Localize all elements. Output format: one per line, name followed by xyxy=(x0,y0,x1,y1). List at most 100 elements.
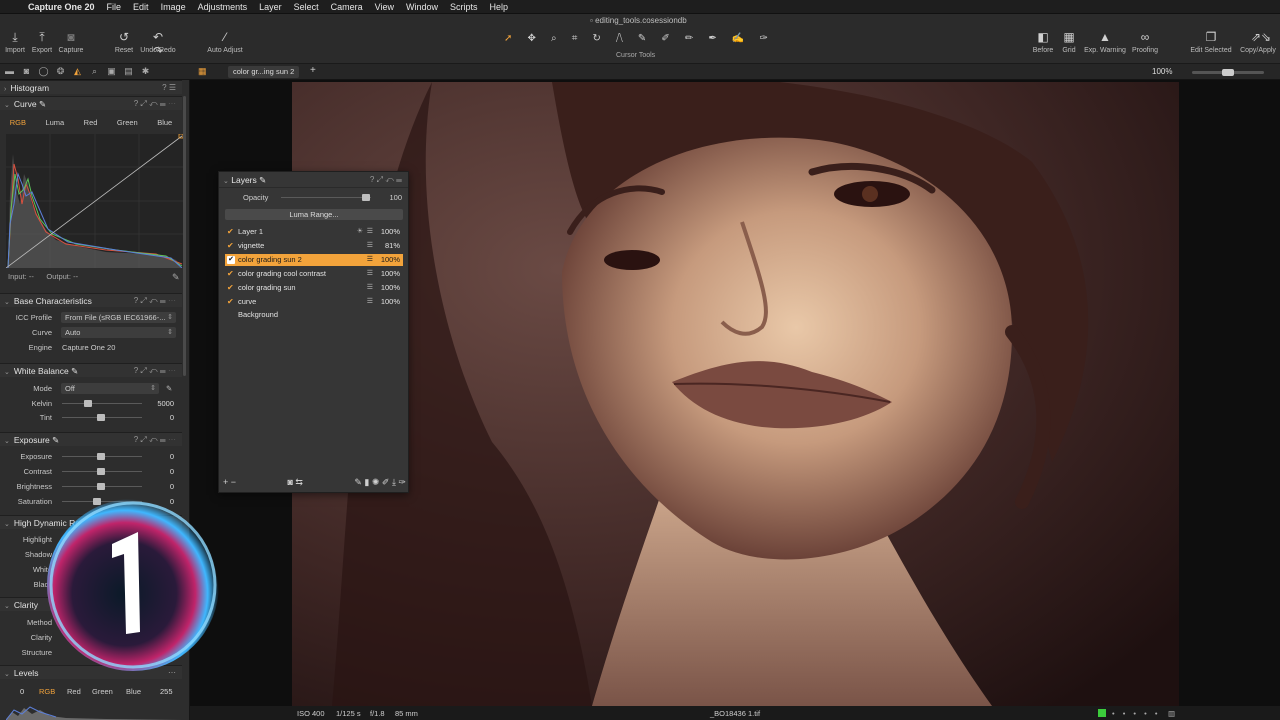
annotate-tool-icon[interactable]: ✑ xyxy=(759,33,767,44)
tint-value[interactable]: 0 xyxy=(170,411,174,424)
capture-button[interactable]: ◙ Capture xyxy=(57,30,85,54)
kelvin-slider[interactable] xyxy=(62,400,142,407)
tint-slider[interactable] xyxy=(62,414,142,421)
layer-item[interactable]: ✔ color grading cool contrast ☰ 100% xyxy=(225,268,403,280)
checkmark-icon[interactable]: ✔ xyxy=(227,256,235,264)
levels-tab-blue[interactable]: Blue xyxy=(126,687,141,696)
add-layer-icon[interactable]: + − xyxy=(223,477,236,489)
curve-picker-icon[interactable]: ✎ xyxy=(172,272,180,283)
proofing-button[interactable]: ∞ Proofing xyxy=(1128,30,1162,54)
color-tab-icon[interactable]: ❂ xyxy=(55,66,66,77)
viewer-tab[interactable]: color gr...ing sun 2 xyxy=(228,66,300,78)
metadata-tab-icon[interactable]: ▤ xyxy=(123,66,134,77)
exposure-header[interactable]: ⌄ Exposure ✎ ? ⤢ ↶ ☰ ⋯ xyxy=(0,432,182,446)
eraser-tool-icon[interactable]: ✍ xyxy=(732,33,744,44)
contrast-value[interactable]: 0 xyxy=(170,465,174,478)
levels-tab-red[interactable]: Red xyxy=(67,687,81,696)
levels-tab-rgb[interactable]: RGB xyxy=(39,687,55,696)
menu-image[interactable]: Image xyxy=(155,2,192,12)
edit-selected-button[interactable]: ❐ Edit Selected xyxy=(1186,30,1236,54)
menu-view[interactable]: View xyxy=(369,2,400,12)
layer-item[interactable]: ✔ Layer 1 ☀ ☰ 100% xyxy=(225,226,403,238)
gradient-tool-icon[interactable]: ✒ xyxy=(708,33,716,44)
copy-apply-button[interactable]: ⇗⇘ Copy/Apply xyxy=(1237,30,1279,54)
checkmark-icon[interactable]: ✔ xyxy=(227,226,234,238)
wb-mode-select[interactable]: Off xyxy=(61,383,159,394)
pointer-tool-icon[interactable]: ➚ xyxy=(504,33,512,44)
layer-item-selected[interactable]: ✔ color grading sun 2 ☰ 100% xyxy=(225,254,403,266)
lens-tab-icon[interactable]: ◯ xyxy=(38,66,49,77)
layer-item[interactable]: ✔ vignette ☰ 81% xyxy=(225,240,403,252)
pan-tool-icon[interactable]: ✥ xyxy=(528,33,536,44)
menu-layer[interactable]: Layer xyxy=(253,2,288,12)
wb-picker-icon[interactable]: ✐ xyxy=(661,33,669,44)
viewer-grid-icon[interactable]: ▦ xyxy=(198,66,207,77)
menu-select[interactable]: Select xyxy=(288,2,325,12)
exposure-tab-icon[interactable]: ◭ xyxy=(72,66,83,77)
picker-icon[interactable]: ✎ xyxy=(52,435,59,445)
menu-window[interactable]: Window xyxy=(400,2,444,12)
rating-dots[interactable]: • • • • • xyxy=(1112,709,1160,718)
wb-picker-icon[interactable]: ✎ xyxy=(166,382,172,395)
crop-tool-icon[interactable]: ⌗ xyxy=(572,33,578,44)
details-tab-icon[interactable]: ⌕ xyxy=(89,66,100,77)
rotate-tool-icon[interactable]: ↻ xyxy=(592,33,600,44)
levels-low-value[interactable]: 0 xyxy=(20,687,24,696)
tint-slider-handle[interactable] xyxy=(97,414,105,421)
capture-tab-icon[interactable]: ◙ xyxy=(21,66,32,77)
menu-scripts[interactable]: Scripts xyxy=(444,2,484,12)
kelvin-value[interactable]: 5000 xyxy=(157,397,174,410)
menu-file[interactable]: File xyxy=(101,2,128,12)
layers-header[interactable]: ⌄ Layers ✎ ? ⤢ ↶ ☰ xyxy=(219,172,408,188)
curve-tab-rgb[interactable]: RGB xyxy=(10,118,26,130)
grid-button[interactable]: ▦ Grid xyxy=(1058,30,1080,54)
exp-warning-button[interactable]: ▲ Exp. Warning xyxy=(1082,30,1128,54)
library-tab-icon[interactable]: ▬ xyxy=(4,66,15,77)
tool-controls-icon[interactable]: ? ⤢ ↶ ☰ ⋯ xyxy=(134,294,176,308)
spot-tool-icon[interactable]: ✎ xyxy=(638,33,646,44)
curve-header[interactable]: ⌄ Curve ✎ ? ⤢ ↶ ☰ ⋯ xyxy=(0,96,182,110)
brightness-slider[interactable] xyxy=(62,483,142,490)
curve-tab-red[interactable]: Red xyxy=(84,118,98,130)
tool-controls-icon[interactable]: ? ⤢ ↶ ☰ xyxy=(370,172,402,188)
rating-indicator[interactable] xyxy=(1098,709,1106,717)
export-button[interactable]: ⤒ Export xyxy=(30,30,54,54)
opacity-slider-handle[interactable] xyxy=(362,194,370,201)
opacity-slider[interactable] xyxy=(281,194,371,201)
zoom-slider-handle[interactable] xyxy=(1222,69,1234,76)
checkmark-icon[interactable]: ✔ xyxy=(227,296,234,308)
layer-item[interactable]: ✔ curve ☰ 100% xyxy=(225,296,403,308)
kelvin-slider-handle[interactable] xyxy=(84,400,92,407)
curve-graph[interactable] xyxy=(5,133,184,269)
base-characteristics-header[interactable]: ⌄ Base Characteristics ? ⤢ ↶ ☰ ⋯ xyxy=(0,293,182,307)
add-tab-icon[interactable]: + xyxy=(310,65,316,76)
curve-tab-green[interactable]: Green xyxy=(117,118,138,130)
picker-icon[interactable]: ✎ xyxy=(71,366,78,376)
opacity-value[interactable]: 100 xyxy=(389,191,402,204)
exposure-slider[interactable] xyxy=(62,453,142,460)
before-button[interactable]: ◧ Before xyxy=(1030,30,1056,54)
zoom-slider[interactable] xyxy=(1192,69,1264,76)
menu-app[interactable]: Capture One 20 xyxy=(22,2,101,12)
contrast-slider[interactable] xyxy=(62,468,142,475)
exposure-value[interactable]: 0 xyxy=(170,450,174,463)
histogram-header[interactable]: › Histogram ? ☰ xyxy=(0,80,182,94)
layer-picker-icon[interactable]: ✎ xyxy=(259,175,266,185)
menu-adjustments[interactable]: Adjustments xyxy=(192,2,254,12)
checkmark-icon[interactable]: ✔ xyxy=(227,282,234,294)
import-button[interactable]: ⤓ Import xyxy=(3,30,27,54)
layer-item[interactable]: ✔ color grading sun ☰ 100% xyxy=(225,282,403,294)
brush-icon[interactable]: ✎ ▮ ✺ ✐ ⤓ ✑ xyxy=(354,477,406,489)
curve-tab-luma[interactable]: Luma xyxy=(45,118,64,130)
levels-tab-green[interactable]: Green xyxy=(92,687,113,696)
luma-range-button[interactable]: Luma Range... xyxy=(225,209,403,220)
curve-tab-blue[interactable]: Blue xyxy=(157,118,172,130)
contrast-slider-handle[interactable] xyxy=(97,468,105,475)
left-panel-scrollbar[interactable] xyxy=(183,96,186,376)
icc-profile-select[interactable]: From File (sRGB IEC61966-... xyxy=(61,312,176,323)
picker-icon[interactable]: ✎ xyxy=(39,99,46,109)
base-curve-select[interactable]: Auto xyxy=(61,327,176,338)
loupe-tool-icon[interactable]: ⌕ xyxy=(551,33,557,44)
local-adj-tab-icon[interactable]: ▣ xyxy=(106,66,117,77)
settings-tab-icon[interactable]: ✱ xyxy=(140,66,151,77)
